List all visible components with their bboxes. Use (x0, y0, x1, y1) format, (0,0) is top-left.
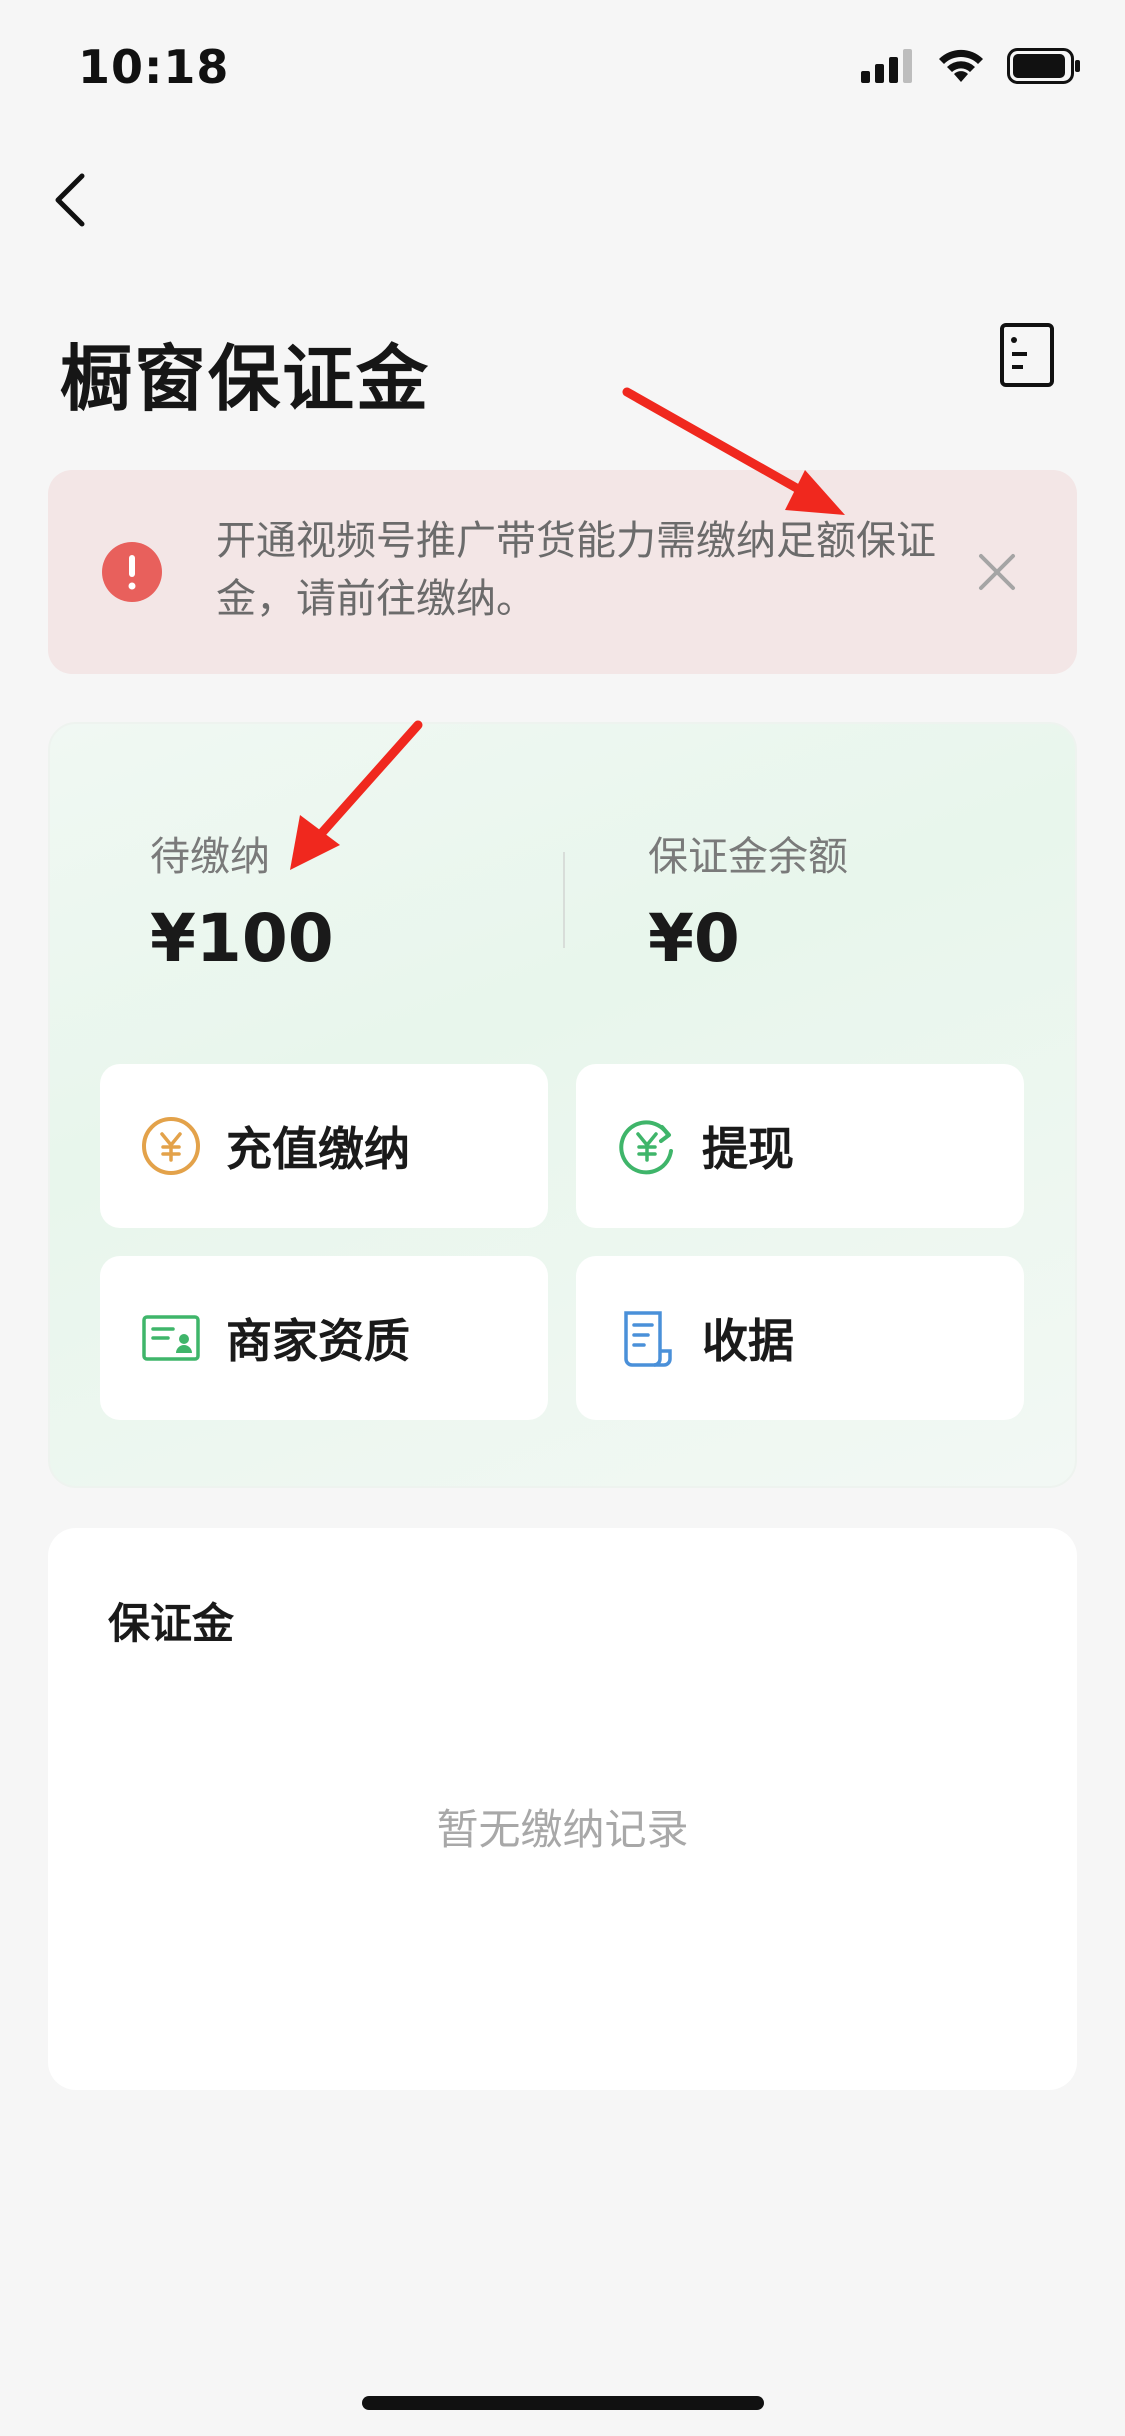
receipt-icon (624, 1311, 672, 1367)
merchant-qualification-button[interactable]: 商家资质 (100, 1256, 548, 1420)
deposit-balance-block: 保证金余额 ¥0 (648, 824, 848, 977)
deposit-records-card: 保证金 暂无缴纳记录 (48, 1528, 1077, 2090)
home-indicator (362, 2396, 764, 2410)
pending-label: 待缴纳 (150, 834, 270, 880)
receipt-label: 收据 (702, 1314, 794, 1368)
status-bar: 10:18 (0, 0, 1125, 140)
recharge-label: 充值缴纳 (226, 1122, 410, 1176)
withdraw-icon (619, 1120, 673, 1175)
withdraw-button[interactable]: 提现 (576, 1064, 1024, 1228)
wifi-icon (939, 49, 983, 82)
alert-message: 开通视频号推广带货能力需缴纳足额保证金，请前往缴纳。 (216, 518, 936, 622)
status-icons (861, 48, 1081, 84)
records-empty-text: 暂无缴纳记录 (436, 1805, 689, 1854)
recharge-button[interactable]: 充值缴纳 (100, 1064, 548, 1228)
chevron-left-icon (55, 173, 85, 227)
exclamation-circle-icon (102, 542, 162, 602)
page-title: 橱窗保证金 (60, 337, 431, 421)
merchant-qualification-label: 商家资质 (226, 1314, 410, 1368)
divider (563, 852, 565, 948)
balance-card: 待缴纳 ¥100 保证金余额 ¥0 充值缴纳 提现 商家资质 收据 (48, 722, 1077, 1488)
back-button[interactable] (44, 165, 94, 235)
pending-value: ¥100 (150, 900, 334, 977)
close-icon[interactable] (973, 548, 1021, 596)
records-title: 保证金 (108, 1599, 235, 1648)
battery-icon (1007, 48, 1080, 84)
yuan-coin-icon (142, 1117, 200, 1175)
deposit-balance-label: 保证金余额 (648, 834, 848, 880)
document-icon (1000, 323, 1054, 387)
withdraw-label: 提现 (702, 1122, 794, 1176)
deposit-balance-value: ¥0 (648, 900, 740, 977)
alert-banner: 开通视频号推广带货能力需缴纳足额保证金，请前往缴纳。 (48, 470, 1077, 674)
status-time: 10:18 (78, 40, 230, 94)
cellular-signal-icon (861, 49, 912, 83)
receipt-button[interactable]: 收据 (576, 1256, 1024, 1420)
pending-amount-block: 待缴纳 ¥100 (150, 824, 334, 977)
merchant-certificate-icon (142, 1315, 200, 1361)
rules-document-button[interactable] (999, 322, 1055, 388)
